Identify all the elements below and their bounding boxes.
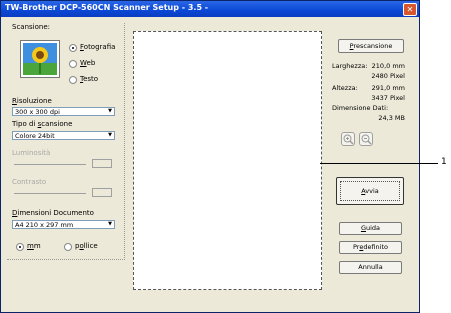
data-size-label: Dimensione Dati: bbox=[332, 104, 389, 112]
scan-type-label: Tipo di scansione bbox=[12, 120, 73, 128]
radio-text[interactable] bbox=[69, 76, 77, 84]
photo-sunflower-icon bbox=[20, 40, 60, 78]
contrast-value-box[interactable] bbox=[92, 188, 112, 197]
radio-web[interactable] bbox=[69, 60, 77, 68]
close-button[interactable]: ✕ bbox=[403, 3, 417, 16]
window-title: TW-Brother DCP-560CN Scanner Setup - 3.5… bbox=[5, 3, 209, 12]
width-mm: 210,0 mm bbox=[371, 62, 405, 70]
scanner-setup-window: TW-Brother DCP-560CN Scanner Setup - 3.5… bbox=[0, 0, 420, 313]
preview-area[interactable] bbox=[133, 31, 322, 290]
radio-web-label: Web bbox=[80, 59, 96, 67]
radio-photo[interactable] bbox=[69, 44, 77, 52]
chevron-down-icon: ▼ bbox=[106, 132, 114, 139]
brightness-value-box[interactable] bbox=[92, 159, 112, 168]
contrast-label: Contrasto bbox=[12, 178, 47, 186]
document-size-label: Dimensioni Documento bbox=[12, 209, 94, 217]
callout-number: 1 bbox=[441, 157, 447, 167]
data-size-value: 24,3 MB bbox=[378, 114, 405, 122]
chevron-down-icon: ▼ bbox=[106, 108, 114, 115]
title-bar: TW-Brother DCP-560CN Scanner Setup - 3.5… bbox=[1, 1, 419, 17]
start-button[interactable]: Avvia bbox=[336, 177, 404, 205]
cancel-button[interactable]: Annulla bbox=[339, 261, 402, 274]
radio-inch[interactable] bbox=[64, 243, 72, 251]
radio-photo-label: Fotografia bbox=[80, 43, 116, 51]
default-button[interactable]: Predefinito bbox=[339, 241, 402, 254]
height-px: 3437 Pixel bbox=[371, 94, 405, 102]
radio-inch-label: pollice bbox=[75, 242, 98, 250]
contrast-slider[interactable] bbox=[14, 193, 86, 194]
callout-line bbox=[320, 163, 438, 164]
scan-type-value: Colore 24bit bbox=[15, 132, 55, 140]
brightness-slider[interactable] bbox=[14, 164, 86, 165]
document-size-select[interactable]: A4 210 x 297 mm ▼ bbox=[12, 220, 115, 229]
radio-mm[interactable] bbox=[16, 243, 24, 251]
resolution-select[interactable]: 300 x 300 dpi ▼ bbox=[12, 107, 115, 116]
scan-type-select[interactable]: Colore 24bit ▼ bbox=[12, 131, 115, 140]
document-size-value: A4 210 x 297 mm bbox=[15, 221, 74, 229]
zoom-in-icon[interactable] bbox=[341, 132, 355, 146]
resolution-label: Risoluzione bbox=[12, 97, 52, 105]
radio-mm-label: mm bbox=[27, 242, 41, 250]
radio-text-label: Testo bbox=[80, 75, 99, 83]
chevron-down-icon: ▼ bbox=[106, 221, 114, 228]
height-mm: 291,0 mm bbox=[371, 84, 405, 92]
width-px: 2480 Pixel bbox=[371, 72, 405, 80]
brightness-label: Luminosità bbox=[12, 149, 51, 157]
scan-label: Scansione: bbox=[12, 23, 50, 31]
zoom-out-icon[interactable] bbox=[359, 132, 373, 146]
height-label: Altezza: bbox=[332, 84, 358, 92]
prescan-button[interactable]: Prescansione bbox=[338, 39, 404, 53]
resolution-value: 300 x 300 dpi bbox=[15, 108, 60, 116]
help-button[interactable]: Guida bbox=[339, 222, 402, 235]
